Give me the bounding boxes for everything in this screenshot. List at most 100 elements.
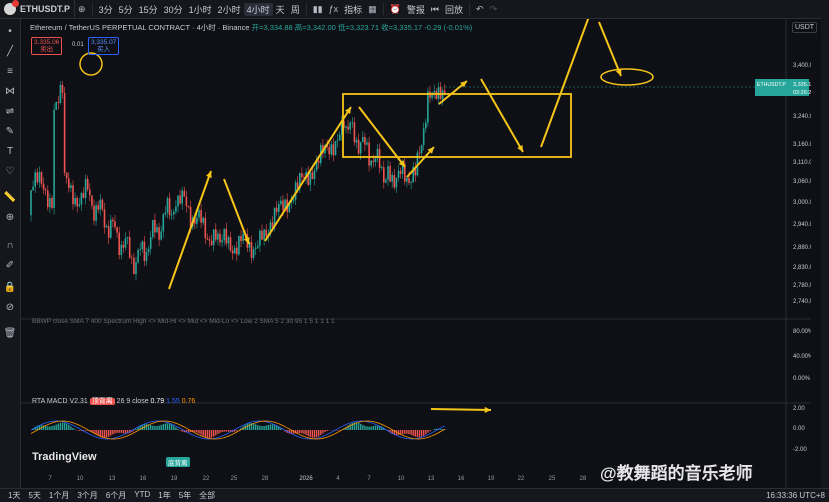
buy-label: 买入 (91, 46, 116, 53)
macd-v2: 1.55 (166, 398, 180, 405)
macd-bar (188, 430, 189, 432)
templates-icon[interactable]: ▦ (365, 4, 380, 15)
macd-bar (169, 424, 170, 430)
candle-body (41, 172, 43, 184)
candle-body (202, 218, 204, 223)
candle-body (160, 231, 162, 239)
candle-body (360, 142, 362, 153)
macd-bar (154, 426, 155, 430)
brush-icon[interactable]: ✎ (3, 125, 17, 139)
buy-button[interactable]: 3,335.07 买入 (88, 37, 119, 55)
cursor-icon[interactable]: • (3, 25, 17, 39)
lock-drawing-icon[interactable]: ✐ (3, 259, 17, 273)
macd-bar (322, 430, 323, 433)
macd-bar (226, 430, 227, 432)
candle-body (129, 237, 131, 257)
add-symbol-icon[interactable]: ⊕ (75, 4, 89, 15)
macd-bar (104, 430, 105, 438)
annotation-arrow-9 (599, 22, 621, 76)
alert-button[interactable]: 警报 (404, 3, 428, 16)
range-1[interactable]: 5天 (24, 490, 44, 501)
macd-bar (270, 424, 271, 430)
date-axis-label: 22 (518, 476, 525, 482)
timeframe-2[interactable]: 15分 (136, 3, 161, 16)
candle-body (93, 206, 95, 221)
range-6[interactable]: 1年 (154, 490, 174, 501)
timeframe-5[interactable]: 2小时 (215, 3, 244, 16)
trash-icon[interactable]: 🗑 (3, 327, 17, 341)
candle-body (188, 206, 190, 207)
forecast-icon[interactable]: ⇌ (3, 105, 17, 119)
range-7[interactable]: 5年 (175, 490, 195, 501)
date-axis-label: 13 (109, 476, 116, 482)
indicators-icon[interactable]: ƒx (326, 4, 342, 14)
macd-legend: RTA MACD V2.31 顶背离 26 9 close 0.79 1.55 … (32, 396, 195, 406)
macd-bar (209, 430, 210, 438)
candle-body (408, 178, 410, 183)
macd-bar (62, 423, 63, 430)
fib-icon[interactable]: ≡ (3, 65, 17, 79)
hide-icon[interactable]: ⊘ (3, 301, 17, 315)
timeframe-8[interactable]: 周 (288, 3, 303, 16)
candle-body (394, 175, 396, 187)
range-8[interactable]: 全部 (195, 490, 219, 501)
macd-bar (114, 430, 115, 433)
macd-axis-label: -2.00 (793, 447, 807, 453)
candle-body (280, 201, 282, 204)
range-2[interactable]: 1个月 (45, 490, 73, 501)
undo-icon[interactable]: ↶ (473, 4, 487, 15)
candle-body (68, 178, 70, 188)
pattern-icon[interactable]: ⋈ (3, 85, 17, 99)
legend-title: Ethereum / TetherUS PERPETUAL CONTRACT ·… (30, 23, 250, 32)
range-0[interactable]: 1天 (4, 490, 24, 501)
sell-button[interactable]: 3,335.06 卖出 (31, 37, 62, 55)
timeframe-1[interactable]: 5分 (116, 3, 136, 16)
clock[interactable]: 16:33:36 UTC+8 (762, 491, 829, 500)
candle-body (207, 238, 209, 239)
range-5[interactable]: YTD (130, 490, 154, 501)
candle-body (230, 237, 232, 250)
trend-line-icon[interactable]: ╱ (3, 45, 17, 59)
signal-line (31, 421, 445, 439)
candle-body (51, 198, 53, 208)
candle-body (179, 196, 181, 204)
macd-bar (305, 430, 306, 435)
macd-bar (74, 429, 75, 430)
timeframe-6[interactable]: 4小时 (244, 3, 273, 16)
timeframe-7[interactable]: 天 (273, 3, 288, 16)
timeframe-3[interactable]: 30分 (161, 3, 186, 16)
heart-icon[interactable]: ♡ (3, 165, 17, 179)
candle-body (406, 178, 408, 182)
macd-bar (308, 430, 309, 436)
zoom-icon[interactable]: ⊕ (3, 211, 17, 225)
avatar[interactable] (4, 3, 16, 15)
macd-bar (110, 430, 111, 436)
candle-body (398, 171, 400, 178)
replay-icon[interactable]: ⏮ (428, 4, 442, 15)
text-icon[interactable]: T (3, 145, 17, 159)
macd-bar (165, 424, 166, 430)
currency-selector[interactable]: USDT (792, 22, 817, 33)
lock-icon[interactable]: 🔒 (3, 281, 17, 295)
macd-bar (108, 430, 109, 437)
timeframe-0[interactable]: 3分 (96, 3, 116, 16)
ruler-icon[interactable]: 📏 (3, 191, 17, 205)
range-4[interactable]: 6个月 (102, 490, 130, 501)
replay-button[interactable]: 回放 (442, 3, 466, 16)
timeframe-4[interactable]: 1小时 (186, 3, 215, 16)
redo-icon[interactable]: ↷ (487, 4, 501, 15)
annotation-arrow-7 (481, 79, 523, 152)
range-3[interactable]: 3个月 (73, 490, 101, 501)
macd-bar (236, 430, 237, 431)
candle-body (144, 242, 146, 261)
symbol-selector[interactable]: ETHUSDT.P (0, 0, 75, 18)
candle-body (146, 252, 148, 261)
indicators-button[interactable]: 指标 (341, 3, 365, 16)
candle-body (106, 226, 108, 227)
alert-icon[interactable]: ⏰ (387, 4, 404, 15)
macd-bar (427, 430, 428, 433)
magnet-icon[interactable]: ∩ (3, 239, 17, 253)
price-chart[interactable]: 3,400.003,240.003,160.003,110.003,060.00… (21, 19, 811, 489)
bar-style-icon[interactable]: ▮▮ (310, 4, 326, 15)
date-axis-label: 28 (580, 476, 587, 482)
